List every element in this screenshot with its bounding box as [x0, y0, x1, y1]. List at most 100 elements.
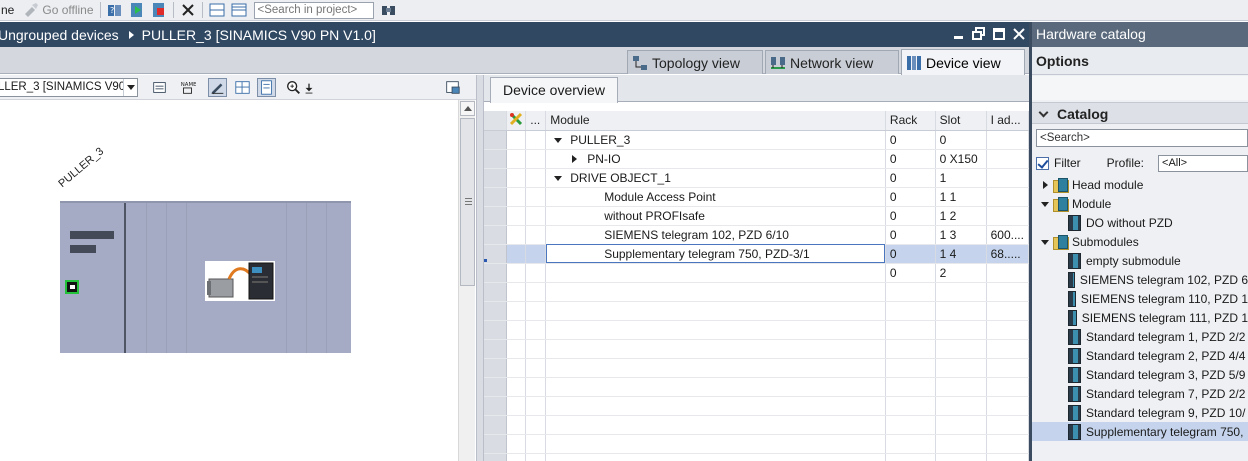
filter-checkbox[interactable]: [1036, 156, 1049, 170]
collapse-toggle-icon[interactable]: [554, 175, 563, 181]
rack-cell[interactable]: [885, 396, 936, 416]
i-address-cell[interactable]: [986, 339, 1030, 359]
column-header-module[interactable]: Module: [545, 111, 886, 131]
expand-toggle-icon[interactable]: [572, 155, 578, 164]
table-row[interactable]: [484, 396, 1030, 416]
i-address-cell[interactable]: [986, 301, 1030, 321]
table-row[interactable]: [484, 320, 1030, 340]
expand-toggle-icon[interactable]: [1040, 180, 1050, 190]
go-offline-button[interactable]: Go offline: [17, 1, 96, 20]
table-row[interactable]: [484, 377, 1030, 397]
catalog-tree-item[interactable]: SIEMENS telegram 102, PZD 6: [1032, 270, 1248, 289]
table-row[interactable]: [484, 339, 1030, 359]
table-row[interactable]: [484, 434, 1030, 454]
maximize-icon[interactable]: [992, 26, 1006, 42]
rack-cell[interactable]: 0: [885, 168, 936, 188]
module-cell[interactable]: [545, 339, 886, 359]
options-section-header[interactable]: Options: [1032, 47, 1248, 75]
i-address-cell[interactable]: [986, 358, 1030, 378]
show-module-labels-icon[interactable]: [150, 78, 169, 97]
draw-mode-icon[interactable]: [208, 78, 227, 97]
column-header-i-address[interactable]: I ad...: [986, 111, 1030, 131]
table-row[interactable]: [484, 301, 1030, 321]
slot-cell[interactable]: 1 3: [935, 225, 987, 245]
module-cell[interactable]: [545, 320, 886, 340]
slot-cell[interactable]: [935, 396, 987, 416]
rack-cell[interactable]: 0: [885, 206, 936, 226]
tab-topology-view[interactable]: Topology view: [627, 50, 763, 74]
row-header-cell[interactable]: [484, 206, 508, 226]
rack-head-module[interactable]: [60, 203, 126, 353]
module-cell[interactable]: [545, 453, 886, 461]
rack-cell[interactable]: [885, 453, 936, 461]
rack-cell[interactable]: [885, 358, 936, 378]
catalog-tree-item[interactable]: DO without PZD: [1032, 213, 1248, 232]
slot-cell[interactable]: [935, 434, 987, 454]
row-header-cell[interactable]: [484, 282, 508, 302]
slot-cell[interactable]: 2: [935, 263, 987, 283]
download-icon[interactable]: [302, 78, 316, 97]
row-header-cell[interactable]: [484, 130, 508, 150]
catalog-tree-item[interactable]: empty submodule: [1032, 251, 1248, 270]
slot-cell[interactable]: 1: [935, 168, 987, 188]
device-rack[interactable]: [60, 201, 351, 353]
slot-cell[interactable]: 1 2: [935, 206, 987, 226]
table-row[interactable]: [484, 453, 1030, 461]
slot-cell[interactable]: 0: [935, 130, 987, 150]
split-horizontal-icon[interactable]: [209, 2, 225, 18]
column-header-slot[interactable]: Slot: [935, 111, 987, 131]
catalog-section-header[interactable]: Catalog: [1032, 102, 1248, 124]
restore-icon[interactable]: [972, 26, 986, 42]
chevron-down-icon[interactable]: [123, 79, 137, 96]
split-vertical-icon[interactable]: [231, 2, 247, 18]
module-cell[interactable]: SIEMENS telegram 102, PZD 6/10: [545, 225, 886, 245]
i-address-cell[interactable]: [986, 396, 1030, 416]
row-header-cell[interactable]: [484, 339, 508, 359]
slot-cell[interactable]: [935, 339, 987, 359]
rack-cell[interactable]: [885, 301, 936, 321]
column-header-ellipsis[interactable]: ...: [525, 111, 547, 131]
i-address-cell[interactable]: [986, 282, 1030, 302]
breadcrumb-device[interactable]: PULLER_3 [SINAMICS V90 PN V1.0]: [142, 27, 376, 43]
minimize-icon[interactable]: [952, 26, 966, 42]
collapse-toggle-icon[interactable]: [1040, 237, 1050, 247]
rack-cell[interactable]: [885, 434, 936, 454]
slot-cell[interactable]: [935, 453, 987, 461]
scroll-up-icon[interactable]: [460, 101, 475, 116]
column-header-status[interactable]: [506, 111, 527, 131]
accessible-devices-icon[interactable]: ?: [107, 2, 123, 18]
table-row[interactable]: Module Access Point 0 1 1: [484, 187, 1030, 207]
table-row[interactable]: SIEMENS telegram 102, PZD 6/10 0 1 3 600...…: [484, 225, 1030, 245]
slot-cell[interactable]: [935, 282, 987, 302]
i-address-cell[interactable]: [986, 149, 1030, 169]
i-address-cell[interactable]: 600....: [986, 225, 1030, 245]
table-row[interactable]: PN-IO 0 0 X150: [484, 149, 1030, 169]
i-address-cell[interactable]: [986, 415, 1030, 435]
module-cell[interactable]: without PROFIsafe: [545, 206, 886, 226]
row-header-cell[interactable]: [484, 187, 508, 207]
device-canvas[interactable]: PULLER_3: [0, 100, 458, 461]
device-select[interactable]: PULLER_3 [SINAMICS V90 PN V1.0]: [0, 78, 138, 97]
table-row[interactable]: 02: [484, 263, 1030, 283]
catalog-tree-item[interactable]: Standard telegram 7, PZD 2/2: [1032, 384, 1248, 403]
i-address-cell[interactable]: [986, 453, 1030, 461]
row-header-cell[interactable]: [484, 415, 508, 435]
rack-cell[interactable]: [885, 339, 936, 359]
table-row[interactable]: [484, 415, 1030, 435]
table-row[interactable]: DRIVE OBJECT_1 0 1: [484, 168, 1030, 188]
row-header-cell[interactable]: [484, 301, 508, 321]
table-row[interactable]: [484, 358, 1030, 378]
catalog-tree-item[interactable]: Head module: [1032, 175, 1248, 194]
row-header-cell[interactable]: [484, 434, 508, 454]
rack-cell[interactable]: [885, 320, 936, 340]
scroll-thumb[interactable]: [460, 118, 475, 286]
rack-cell[interactable]: 0: [885, 187, 936, 207]
module-cell[interactable]: Module Access Point: [545, 187, 886, 207]
page-break-icon[interactable]: [257, 78, 276, 97]
slot-cell[interactable]: 1 1: [935, 187, 987, 207]
project-search-input[interactable]: [253, 1, 374, 19]
module-cell[interactable]: [545, 377, 886, 397]
table-row[interactable]: without PROFIsafe 0 1 2: [484, 206, 1030, 226]
tab-network-view[interactable]: Network view: [765, 50, 899, 74]
catalog-search-input[interactable]: [1036, 129, 1248, 147]
